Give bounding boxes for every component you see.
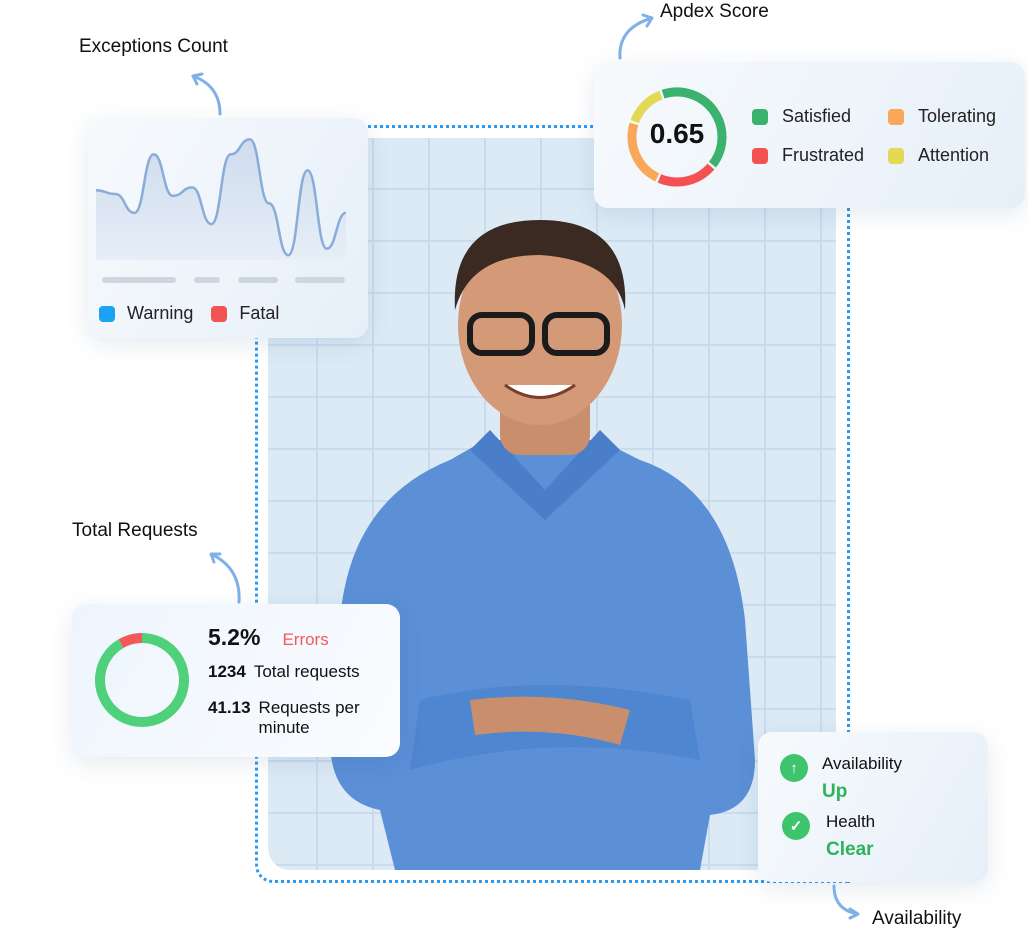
total-requests-value: 1234	[208, 662, 246, 681]
legend-label: Tolerating	[918, 106, 997, 126]
availability-title: Availability	[872, 908, 962, 929]
total-requests-label: Total requests	[253, 662, 360, 681]
arrow-icon	[209, 552, 241, 604]
satisfied-swatch	[752, 108, 768, 125]
legend-label: Attention	[918, 145, 990, 165]
person-photo	[330, 220, 755, 870]
requests-segment-ok	[95, 633, 189, 727]
placeholder-bar	[102, 277, 176, 283]
placeholder-bar	[238, 277, 278, 283]
availability-value: Up	[822, 781, 848, 802]
frustrated-swatch	[752, 147, 768, 164]
errors-label: Errors	[282, 630, 329, 649]
check-icon: ✓	[782, 812, 810, 840]
legend-frustrated: Frustrated	[752, 145, 888, 166]
legend-label: Frustrated	[782, 145, 865, 165]
exceptions-title: Exceptions Count	[79, 36, 228, 57]
errors-row: 5.2% Errors	[208, 624, 329, 651]
error-percent: 5.2%	[208, 624, 261, 650]
legend-label: Satisfied	[782, 106, 852, 126]
apdex-score: 0.65	[649, 118, 705, 149]
arrow-up-icon: ↑	[780, 754, 808, 782]
apdex-legend: Satisfied Tolerating Frustrated Attentio…	[752, 106, 1018, 166]
placeholder-bar	[295, 277, 345, 283]
requests-donut	[95, 633, 189, 727]
placeholder-bar	[194, 277, 220, 283]
requests-title: Total Requests	[72, 520, 198, 541]
arrow-icon	[618, 13, 654, 60]
rpm-label: Requests per minute	[258, 698, 360, 737]
health-label: Health	[826, 812, 876, 831]
legend-label: Fatal	[239, 303, 280, 323]
legend-fatal: Fatal	[211, 303, 279, 324]
exceptions-chart	[96, 138, 346, 260]
availability-label: Availability	[822, 754, 903, 773]
arrow-icon	[832, 884, 860, 920]
rpm-row: 41.13 Requests per minute	[208, 698, 379, 738]
exceptions-area	[96, 139, 346, 260]
apdex-segment-frustrated	[657, 163, 715, 187]
attention-swatch	[888, 147, 904, 164]
legend-label: Warning	[127, 303, 194, 323]
apdex-title: Apdex Score	[660, 1, 769, 22]
legend-satisfied: Satisfied	[752, 106, 888, 127]
fatal-swatch	[211, 305, 228, 322]
exceptions-legend: Warning Fatal	[99, 303, 279, 324]
legend-tolerating: Tolerating	[888, 106, 1018, 127]
rpm-value: 41.13	[208, 698, 251, 717]
legend-attention: Attention	[888, 145, 1018, 166]
arrow-icon	[191, 72, 222, 116]
total-requests-row: 1234 Total requests	[208, 662, 360, 682]
legend-warning: Warning	[99, 303, 193, 324]
tolerating-swatch	[888, 108, 904, 125]
health-value: Clear	[826, 839, 874, 860]
requests-segment-error	[118, 633, 143, 649]
warning-swatch	[99, 305, 115, 322]
